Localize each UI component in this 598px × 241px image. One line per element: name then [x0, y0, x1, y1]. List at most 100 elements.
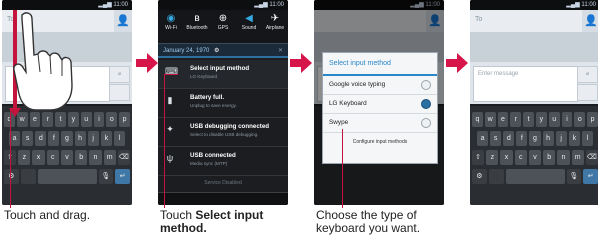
key[interactable]: p	[587, 112, 598, 127]
backspace-key[interactable]: ⌫	[117, 150, 130, 165]
notification-battery[interactable]: ▮ Battery full. Unplug to save energy.	[158, 89, 288, 118]
key[interactable]: m	[571, 150, 584, 165]
key[interactable]: k	[568, 131, 580, 146]
key[interactable]: j	[555, 131, 567, 146]
key[interactable]: a	[477, 131, 489, 146]
key[interactable]: o	[106, 112, 118, 127]
bluetooth-toggle[interactable]: ʙ Bluetooth	[184, 10, 210, 43]
key[interactable]: q	[472, 112, 483, 127]
wifi-icon: ◉	[166, 13, 176, 24]
recipient-field[interactable]: To 👤	[470, 10, 598, 33]
to-label: To	[475, 16, 483, 23]
key[interactable]: i	[561, 112, 573, 127]
battery-icon: ▮	[167, 95, 173, 105]
keyboard: qwertyuiop asdfghjkl ⇧zxcvbnm⌫ ⚙🎙↵	[2, 106, 132, 205]
enter-key[interactable]: ↵	[115, 169, 130, 184]
send-button[interactable]	[577, 84, 598, 101]
key-row-3: ⇧zxcvbnm⌫	[4, 150, 130, 165]
notification-subtitle: Select to disable USB debugging.	[190, 132, 259, 137]
settings-key[interactable]: ⚙	[4, 169, 19, 184]
notification-usb-debugging[interactable]: ✦ USB debugging connected Select to disa…	[158, 118, 288, 147]
airplane-toggle[interactable]: ✈ Airplane	[262, 10, 288, 43]
contact-icon[interactable]: 👤	[114, 10, 132, 32]
key-row-4: ⚙ 🎙 ↵	[4, 169, 130, 184]
key[interactable]: h	[74, 131, 86, 146]
sound-toggle[interactable]: ◀ Sound	[236, 10, 262, 43]
hand-pointer-icon	[13, 12, 73, 111]
key[interactable]: v	[60, 150, 74, 165]
key[interactable]: e	[497, 112, 509, 127]
key-row-2: asdfghjkl	[9, 131, 125, 146]
key[interactable]: n	[557, 150, 570, 165]
key[interactable]: u	[80, 112, 92, 127]
key[interactable]: f	[48, 131, 60, 146]
settings-icon[interactable]: ⚙	[214, 48, 219, 54]
mic-key[interactable]: 🎙	[98, 169, 114, 184]
key[interactable]: v	[528, 150, 542, 165]
panel-handle[interactable]	[158, 192, 288, 205]
key[interactable]: z	[486, 150, 499, 165]
option-swype[interactable]: Swype	[323, 114, 437, 133]
key[interactable]: d	[503, 131, 515, 146]
key[interactable]: g	[529, 131, 541, 146]
key[interactable]: d	[35, 131, 47, 146]
attach-button[interactable]: ⌀	[109, 66, 130, 83]
shift-key[interactable]: ⇧	[472, 150, 485, 165]
key[interactable]: g	[61, 131, 73, 146]
key[interactable]: l	[581, 131, 593, 146]
key[interactable]: z	[18, 150, 31, 165]
option-lg-keyboard[interactable]: LG Keyboard	[323, 95, 437, 114]
key[interactable]: s	[22, 131, 34, 146]
key[interactable]: h	[542, 131, 554, 146]
key[interactable]: t	[523, 112, 534, 127]
enter-key[interactable]: ↵	[583, 169, 598, 184]
attach-button[interactable]: ⌀	[577, 66, 598, 83]
key[interactable]: m	[103, 150, 116, 165]
key[interactable]: c	[46, 150, 59, 165]
radio-button-selected[interactable]	[421, 99, 431, 109]
gps-toggle[interactable]: ⊕ GPS	[210, 10, 236, 43]
key[interactable]: x	[500, 150, 513, 165]
key[interactable]: l	[113, 131, 125, 146]
key[interactable]: y	[535, 112, 547, 127]
clear-icon[interactable]: ✕	[278, 44, 283, 59]
contact-icon[interactable]: 👤	[582, 10, 598, 32]
key[interactable]: f	[516, 131, 528, 146]
space-key[interactable]	[37, 169, 97, 184]
key[interactable]: w	[484, 112, 496, 127]
key[interactable]: x	[32, 150, 45, 165]
symbols-key[interactable]	[20, 169, 36, 184]
key[interactable]: k	[100, 131, 112, 146]
configure-input-methods-button[interactable]: Configure input methods	[323, 133, 437, 151]
send-button[interactable]	[109, 84, 130, 101]
backspace-key[interactable]: ⌫	[585, 150, 598, 165]
radio-button[interactable]	[421, 80, 431, 90]
key[interactable]: s	[490, 131, 502, 146]
date-text: January 24, 1970	[163, 48, 210, 54]
symbols-key[interactable]	[488, 169, 504, 184]
key[interactable]: i	[93, 112, 105, 127]
key[interactable]: p	[119, 112, 130, 127]
wifi-toggle[interactable]: ◉ Wi-Fi	[158, 10, 184, 43]
mic-key[interactable]: 🎙	[566, 169, 582, 184]
key[interactable]: j	[87, 131, 99, 146]
key[interactable]: b	[543, 150, 556, 165]
option-google-voice-typing[interactable]: Google voice typing	[323, 76, 437, 95]
radio-button[interactable]	[421, 118, 431, 128]
keyboard: qwertyuiop asdfghjkl ⇧zxcvbnm⌫ ⚙ 🎙↵	[470, 106, 598, 205]
notification-usb-connected[interactable]: ψ USB connected Media sync (MTP)	[158, 147, 288, 176]
space-key[interactable]	[505, 169, 565, 184]
key[interactable]: r	[510, 112, 522, 127]
date-bar: January 24, 1970 ⚙ ✕	[158, 43, 288, 58]
key[interactable]: o	[574, 112, 586, 127]
message-input[interactable]: Enter message	[473, 66, 578, 102]
composer: Enter message ⌀	[470, 62, 598, 104]
key[interactable]: b	[75, 150, 88, 165]
key[interactable]: c	[514, 150, 527, 165]
next-step-arrow-icon	[446, 53, 468, 73]
key[interactable]: n	[89, 150, 102, 165]
key[interactable]: u	[548, 112, 560, 127]
settings-key[interactable]: ⚙	[472, 169, 487, 184]
gps-label: GPS	[217, 25, 229, 31]
message-thread	[470, 32, 598, 62]
